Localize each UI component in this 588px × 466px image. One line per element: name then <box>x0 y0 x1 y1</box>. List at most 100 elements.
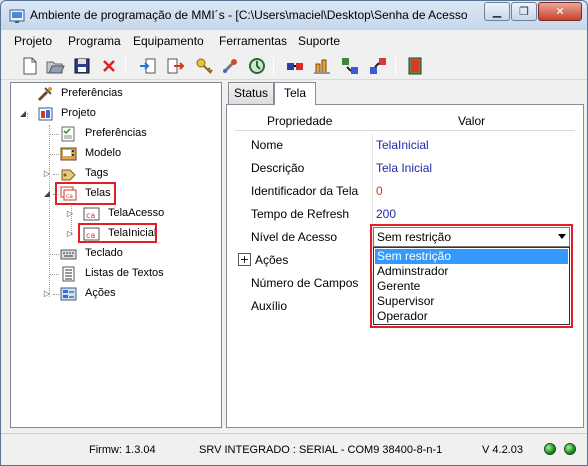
upload-icon[interactable] <box>367 55 389 77</box>
firmware-version: Firmw: 1.3.04 <box>89 444 156 456</box>
tree-item-telas[interactable]: ◢ ca Telas <box>11 185 221 203</box>
property-row-nome[interactable]: Nome TelaInicial <box>235 134 575 157</box>
tree-item-label: Modelo <box>85 147 122 159</box>
project-icon <box>37 106 54 122</box>
properties-panel: Status Tela Propriedade Valor Nome TelaI… <box>226 82 584 428</box>
tree-item-modelo[interactable]: Modelo <box>11 145 221 163</box>
tree-item-tela-acesso[interactable]: ▷ ca TelaAcesso <box>11 205 221 223</box>
project-tree[interactable]: Preferências ◢ Projeto Preferências Mode… <box>10 82 222 428</box>
menu-programa[interactable]: Programa <box>68 34 121 49</box>
toolbar-separator <box>273 57 274 75</box>
highlight-box-access-level <box>370 224 573 328</box>
column-divider <box>372 180 373 203</box>
menu-projeto[interactable]: Projeto <box>14 34 52 49</box>
tree-item-label: Teclado <box>85 247 123 259</box>
software-version: V 4.2.03 <box>482 444 523 456</box>
status-bar: Firmw: 1.3.04 SRV INTEGRADO : SERIAL - C… <box>1 433 587 465</box>
window-title: Ambiente de programação de MMI´s - [C:\U… <box>30 8 468 22</box>
restore-button[interactable]: ❐ <box>511 2 537 21</box>
property-row-tempo-refresh[interactable]: Tempo de Refresh 200 <box>235 203 575 226</box>
tools-icon[interactable] <box>219 55 241 77</box>
key-icon[interactable] <box>193 55 215 77</box>
property-value[interactable]: TelaInicial <box>376 138 429 152</box>
tab-tela[interactable]: Tela <box>274 82 316 105</box>
column-divider <box>372 157 373 180</box>
device-icon <box>60 146 77 162</box>
property-name: Ações <box>255 253 289 267</box>
tree-item-label: Tags <box>85 167 109 179</box>
property-name: Nível de Acesso <box>251 230 338 244</box>
actions-icon <box>60 286 77 302</box>
screen-icon: ca <box>83 206 100 222</box>
document-icon <box>60 126 77 142</box>
property-value[interactable]: 200 <box>376 207 396 221</box>
property-name: Auxílio <box>251 299 288 313</box>
column-divider <box>372 203 373 226</box>
toolbar <box>1 52 587 80</box>
open-folder-icon[interactable] <box>44 55 66 77</box>
expand-triangle-icon[interactable]: ▷ <box>43 169 51 178</box>
tree-item-teclado[interactable]: Teclado <box>11 245 221 263</box>
column-header-valor: Valor <box>458 114 486 128</box>
tree-item-acoes[interactable]: ▷ Ações <box>11 285 221 303</box>
menu-ferramentas[interactable]: Ferramentas <box>219 34 287 49</box>
highlight-box-tela-inicial <box>78 223 157 243</box>
toolbar-separator <box>125 57 126 75</box>
tree-item-label: Preferências <box>85 127 147 139</box>
connection-status: SRV INTEGRADO : SERIAL - COM9 38400-8-n-… <box>199 444 443 456</box>
column-divider <box>372 134 373 157</box>
download-icon[interactable] <box>339 55 361 77</box>
property-name: Descrição <box>251 161 305 175</box>
transfer-icon[interactable] <box>311 55 333 77</box>
tree-item-preferencias[interactable]: Preferências <box>11 125 221 143</box>
close-button[interactable]: ✕ <box>538 2 582 21</box>
tree-item-label: TelaAcesso <box>108 207 165 219</box>
tree-item-label: Listas de Textos <box>85 267 164 279</box>
status-led-icon <box>544 443 556 455</box>
tools-icon <box>37 86 54 102</box>
property-name: Tempo de Refresh <box>251 207 350 221</box>
save-icon[interactable] <box>71 55 93 77</box>
tab-status[interactable]: Status <box>228 82 274 104</box>
collapse-triangle-icon[interactable]: ◢ <box>19 109 27 118</box>
exit-icon[interactable] <box>404 55 426 77</box>
highlight-box-telas <box>55 182 116 205</box>
property-name: Número de Campos <box>251 276 359 290</box>
property-row-identificador[interactable]: Identificador da Tela 0 <box>235 180 575 203</box>
tree-item-projeto[interactable]: ◢ Projeto <box>11 105 221 123</box>
expand-triangle-icon[interactable]: ▷ <box>66 209 74 218</box>
property-value[interactable]: 0 <box>376 184 383 198</box>
tree-item-preferencias-root[interactable]: Preferências <box>11 85 221 103</box>
property-grid-header: Propriedade Valor <box>235 111 575 131</box>
expand-triangle-icon[interactable]: ▷ <box>43 289 51 298</box>
tree-item-label: Ações <box>85 287 116 299</box>
connect-icon[interactable] <box>284 55 306 77</box>
menu-bar: Projeto Programa Equipamento Ferramentas… <box>1 31 587 51</box>
import-icon[interactable] <box>137 55 159 77</box>
keyboard-icon <box>60 246 77 262</box>
list-icon <box>60 266 77 282</box>
property-value[interactable]: Tela Inicial <box>376 161 432 175</box>
collapse-triangle-icon[interactable]: ◢ <box>43 189 51 198</box>
tree-item-listas-de-textos[interactable]: Listas de Textos <box>11 265 221 283</box>
property-row-descricao[interactable]: Descrição Tela Inicial <box>235 157 575 180</box>
tree-item-label: Projeto <box>61 107 96 119</box>
expand-triangle-icon[interactable]: ▷ <box>66 229 74 238</box>
refresh-icon[interactable] <box>246 55 268 77</box>
menu-equipamento[interactable]: Equipamento <box>133 34 204 49</box>
tree-item-tags[interactable]: ▷ Tags <box>11 165 221 183</box>
tree-item-label: Preferências <box>61 87 123 99</box>
property-name: Nome <box>251 138 284 152</box>
toolbar-separator <box>395 57 396 75</box>
new-file-icon[interactable] <box>18 55 40 77</box>
tags-icon <box>60 166 77 182</box>
svg-text:ca: ca <box>86 211 95 220</box>
expand-plus-icon[interactable]: + <box>238 253 251 266</box>
app-window: Ambiente de programação de MMI´s - [C:\U… <box>0 0 588 466</box>
minimize-button[interactable]: ▁ <box>484 2 510 21</box>
menu-suporte[interactable]: Suporte <box>298 34 340 49</box>
column-header-propriedade: Propriedade <box>267 114 333 128</box>
delete-icon[interactable] <box>98 55 120 77</box>
status-led-icon <box>564 443 576 455</box>
export-icon[interactable] <box>164 55 186 77</box>
